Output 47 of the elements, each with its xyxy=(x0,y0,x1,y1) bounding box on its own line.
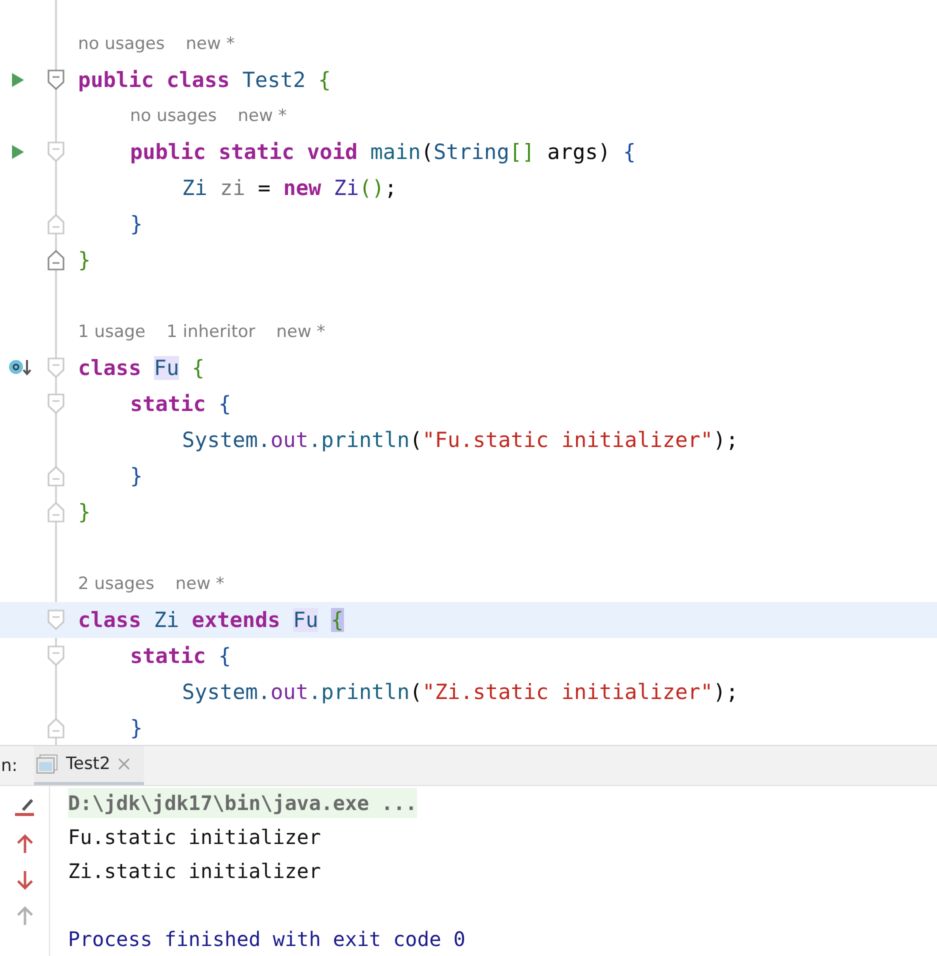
fold-marker-icon[interactable] xyxy=(47,213,65,235)
code-vision-hint[interactable]: no usages xyxy=(78,34,165,54)
run-icon[interactable] xyxy=(11,144,25,160)
code-line: public class Test2 { xyxy=(78,68,331,92)
console-output-line: Fu.static initializer xyxy=(68,825,321,849)
fold-marker-icon[interactable] xyxy=(47,717,65,739)
code-vision-hint[interactable]: new * xyxy=(276,322,326,342)
code-line: System.out.println("Zi.static initializer"); xyxy=(182,680,738,704)
code-line: } xyxy=(130,716,143,740)
code-line: } xyxy=(130,212,143,236)
up-arrow-icon[interactable] xyxy=(16,834,34,854)
run-tab[interactable]: Test2 xyxy=(34,746,144,785)
down-arrow-icon[interactable] xyxy=(16,870,34,890)
code-line: } xyxy=(130,464,143,488)
code-line: class Zi extends Fu { xyxy=(78,608,344,632)
fold-marker-icon[interactable] xyxy=(47,465,65,487)
console-icon xyxy=(36,754,58,774)
code-line: } xyxy=(78,248,91,272)
panel-label: n: xyxy=(1,756,19,776)
code-vision-hint[interactable]: 1 inheritor xyxy=(166,322,256,342)
fold-marker-icon[interactable] xyxy=(47,501,65,523)
code-vision-hint[interactable]: 1 usage xyxy=(78,322,146,342)
console-output-line: Process finished with exit code 0 xyxy=(68,927,466,951)
close-icon[interactable] xyxy=(118,758,130,770)
code-line: static { xyxy=(130,644,232,668)
fold-marker-icon[interactable] xyxy=(47,141,65,163)
code-vision-hint[interactable]: new * xyxy=(186,34,235,54)
code-vision-hint[interactable]: new * xyxy=(175,574,224,594)
clear-icon[interactable] xyxy=(14,796,36,818)
code-vision-hint[interactable]: new * xyxy=(238,106,287,126)
console-output-line: Zi.static initializer xyxy=(68,859,321,883)
code-line: public static void main(String[] args) { xyxy=(130,140,636,164)
code-vision-hint[interactable]: 2 usages xyxy=(78,574,154,594)
fold-marker-icon[interactable] xyxy=(47,609,65,631)
fold-marker-icon[interactable] xyxy=(47,249,65,271)
fold-marker-icon[interactable] xyxy=(47,69,65,91)
code-line: static { xyxy=(130,392,232,416)
fold-marker-icon[interactable] xyxy=(47,393,65,415)
code-line: System.out.println("Fu.static initializer"); xyxy=(182,428,738,452)
code-line: } xyxy=(78,500,91,524)
code-line: Zi zi = new Zi(); xyxy=(182,176,398,200)
code-line: class Fu { xyxy=(78,356,204,380)
code-vision-hint[interactable]: no usages xyxy=(130,106,217,126)
fold-marker-icon[interactable] xyxy=(47,357,65,379)
fold-marker-icon[interactable] xyxy=(47,645,65,667)
implemented-icon[interactable] xyxy=(8,358,32,378)
run-icon[interactable] xyxy=(11,72,25,88)
